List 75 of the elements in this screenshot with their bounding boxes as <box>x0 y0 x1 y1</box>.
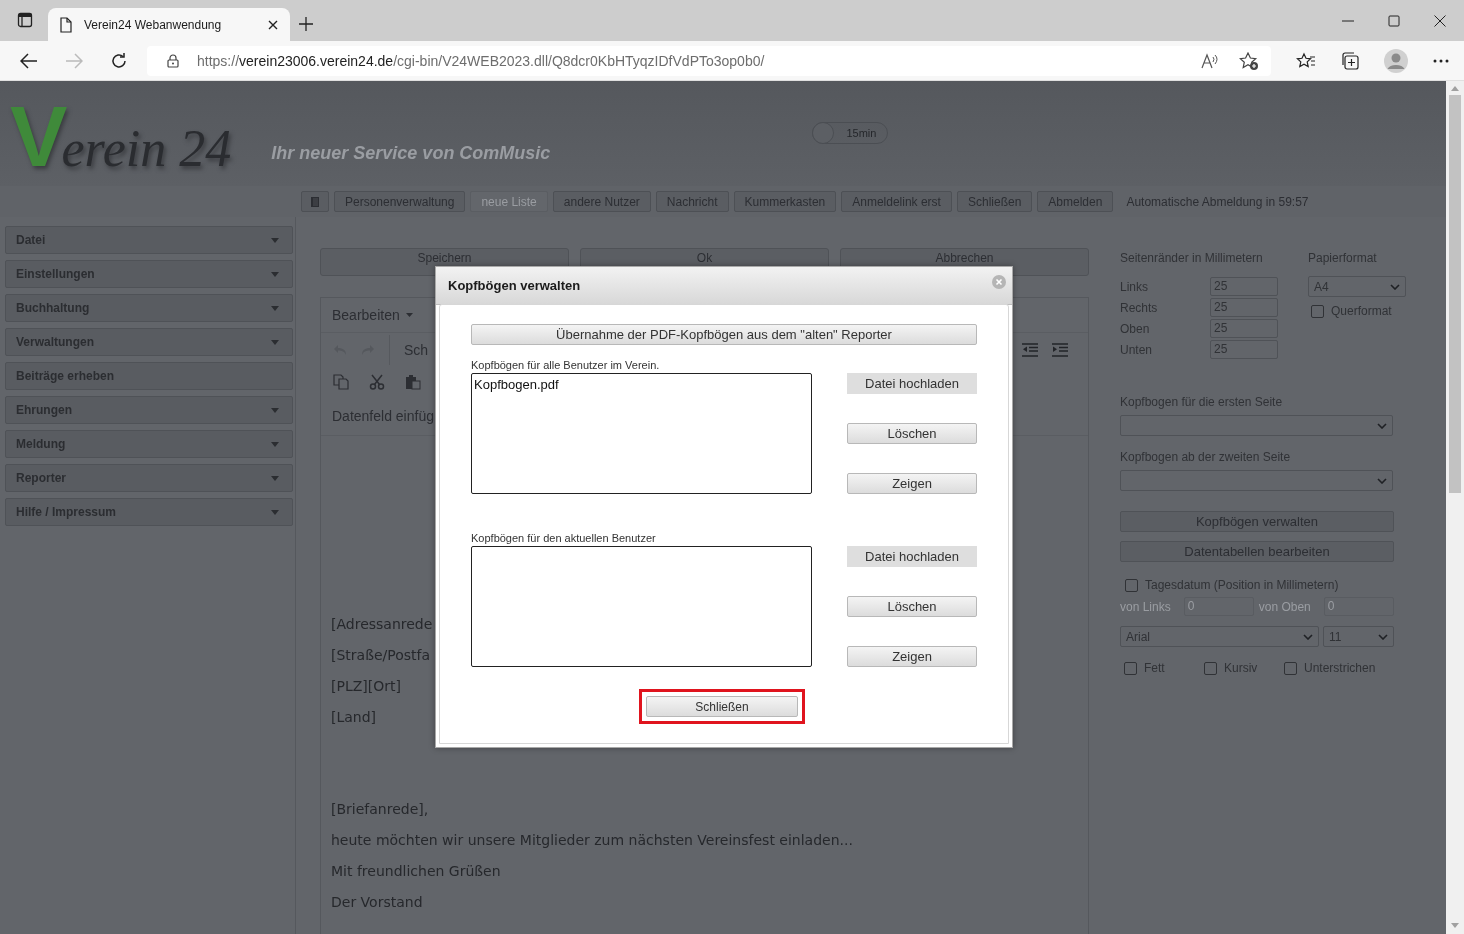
checkbox[interactable] <box>1125 578 1138 592</box>
checkbox[interactable] <box>1311 304 1324 318</box>
add-favorite-icon[interactable] <box>1239 51 1259 70</box>
select-field[interactable] <box>1120 470 1393 491</box>
copy-icon[interactable] <box>333 374 349 390</box>
cut-icon[interactable] <box>369 374 385 390</box>
close-button[interactable]: Schließen <box>646 696 798 717</box>
dialog-button[interactable]: Löschen <box>847 423 977 444</box>
scroll-up-icon[interactable] <box>1451 86 1459 91</box>
letter-line: Mit freundlichen Grüßen <box>331 862 501 881</box>
section-label: Kopfbögen für alle Benutzer im Verein. <box>471 359 661 373</box>
letter-line: [Land] <box>331 708 377 727</box>
close-icon[interactable] <box>268 19 278 30</box>
caret-icon <box>271 441 279 447</box>
close-icon[interactable] <box>1434 14 1446 27</box>
paste-icon[interactable] <box>405 374 421 390</box>
checkbox[interactable] <box>1284 661 1297 675</box>
scroll-down-icon[interactable] <box>1451 923 1459 928</box>
tab-actions-icon[interactable] <box>17 12 33 28</box>
dialog-button[interactable]: Zeigen <box>847 646 977 667</box>
section-label: Kopfbögen für den aktuellen Benutzer <box>471 532 657 546</box>
browser-tab[interactable]: Verein24 Webanwendung <box>48 8 290 41</box>
menu-toggle-button[interactable] <box>301 191 329 212</box>
upload-button[interactable]: Datei hochladen <box>847 546 977 567</box>
select-field[interactable] <box>1120 415 1393 436</box>
field-label: von Links <box>1120 599 1171 614</box>
caret-icon <box>271 475 279 481</box>
checkbox[interactable] <box>1124 661 1137 675</box>
letter-line: Der Vorstand <box>331 893 423 912</box>
file-item[interactable]: Kopfbogen.pdf <box>474 377 809 392</box>
file-list[interactable] <box>471 546 812 667</box>
caret-icon <box>271 339 279 345</box>
caret-icon <box>271 305 279 311</box>
upload-button[interactable]: Datei hochladen <box>847 373 977 394</box>
slogan: Ihr neuer Service von ComMusic <box>271 143 551 164</box>
maximize-icon[interactable] <box>1388 14 1400 27</box>
back-icon[interactable] <box>20 52 38 69</box>
letter-line: [PLZ][Ort] <box>331 677 401 696</box>
caret-icon <box>271 407 279 413</box>
dialog-title: Kopfbögen verwalten <box>448 278 581 293</box>
caret-icon <box>271 509 279 515</box>
caret-icon <box>271 237 279 243</box>
dialog-button[interactable]: Löschen <box>847 596 977 617</box>
letter-line: [Briefanrede], <box>331 800 429 819</box>
more-icon[interactable] <box>1433 58 1449 63</box>
collections-icon[interactable] <box>1341 51 1359 70</box>
increase-indent-icon[interactable] <box>1052 343 1068 357</box>
chevron-down-icon <box>1377 422 1387 429</box>
chevron-down-icon <box>1378 633 1388 640</box>
list-icon <box>311 196 319 207</box>
checkbox[interactable] <box>1204 661 1217 675</box>
chevron-down-icon <box>1303 633 1313 640</box>
lock-icon[interactable] <box>167 53 179 68</box>
forward-icon <box>65 52 83 69</box>
file-list[interactable]: Kopfbogen.pdf <box>471 373 812 494</box>
scrollbar-thumb[interactable] <box>1449 95 1461 493</box>
chevron-down-icon <box>1390 283 1400 290</box>
refresh-icon[interactable] <box>110 51 128 70</box>
chevron-down-icon <box>1377 477 1387 484</box>
letter-line: [Straße/Postfa <box>331 646 431 665</box>
scrollbar[interactable] <box>1446 81 1464 934</box>
import-button[interactable]: Übernahme der PDF-Kopfbögen aus dem "alten" Reporter <box>471 324 977 345</box>
dialog-button[interactable]: Zeigen <box>847 473 977 494</box>
letter-line: [Adressanrede <box>331 615 433 634</box>
page-icon <box>60 16 72 33</box>
letter-line: heute möchten wir unsere Mitglieder zum nächsten Vereinsfest einladen... <box>331 831 853 850</box>
decrease-indent-icon[interactable] <box>1022 343 1038 357</box>
caret-icon <box>271 271 279 277</box>
edit-menu[interactable]: Bearbeiten <box>332 307 413 323</box>
favorites-icon[interactable] <box>1296 51 1316 70</box>
read-aloud-icon[interactable] <box>1201 52 1219 69</box>
profile-icon[interactable] <box>1384 48 1408 73</box>
caret-icon <box>405 313 413 317</box>
new-tab-icon[interactable] <box>299 17 313 31</box>
tab-title: Verein24 Webanwendung <box>84 17 223 32</box>
